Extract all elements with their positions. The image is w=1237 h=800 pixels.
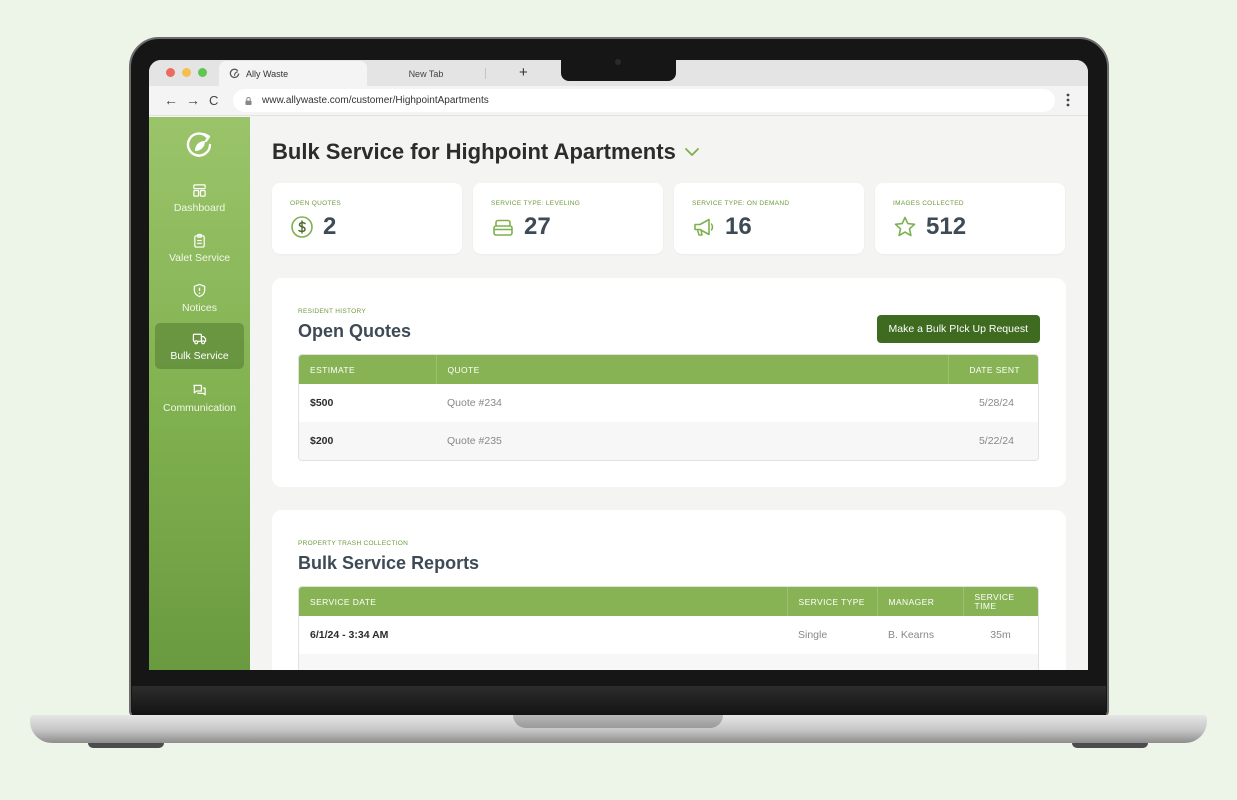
sidebar-item-notices[interactable]: Notices <box>155 275 244 321</box>
quote-cell: Quote #235 <box>436 422 948 460</box>
table-row[interactable]: 6/1/24 - 3:34 AM Single B. Kearns 35m <box>299 616 1038 654</box>
bulk-pickup-request-button[interactable]: Make a Bulk PIck Up Request <box>876 315 1040 343</box>
tab-title: Ally Waste <box>246 68 289 79</box>
sidebar-item-label: Bulk Service <box>170 349 229 362</box>
sidebar-item-bulk-service[interactable]: Bulk Service <box>155 323 244 369</box>
date-sent-cell: 5/28/24 <box>978 397 1014 409</box>
stat-label: IMAGES COLLECTED <box>893 200 964 207</box>
reload-button[interactable]: C <box>209 93 218 108</box>
window-maximize-button[interactable] <box>198 68 207 77</box>
star-icon <box>894 216 916 237</box>
sidebar-item-dashboard[interactable]: Dashboard <box>155 175 244 221</box>
panel-title: Open Quotes <box>298 321 412 341</box>
service-type-cell: Single <box>798 629 828 641</box>
forward-button[interactable]: → <box>186 92 200 108</box>
stat-card-leveling: SERVICE TYPE: LEVELING 27 <box>473 183 663 254</box>
url-text: www.allywaste.com/customer/HighpointApar… <box>262 95 489 106</box>
column-header-service-type[interactable]: SERVICE TYPE <box>786 587 877 616</box>
chevron-down-icon[interactable] <box>684 147 700 157</box>
stack-icon <box>493 219 513 236</box>
service-date-cell: 6/1/24 - 3:34 AM <box>310 629 389 641</box>
stat-label: SERVICE TYPE: ON DEMAND <box>692 200 790 207</box>
tab-title: New Tab <box>408 68 444 79</box>
column-header-service-date[interactable]: SERVICE DATE <box>299 587 787 616</box>
sidebar-item-label: Notices <box>181 301 217 314</box>
estimate-cell: $200 <box>299 422 436 460</box>
stat-card-open-quotes: OPEN QUOTES 2 <box>272 183 462 254</box>
shield-alert-icon <box>193 283 206 297</box>
panel-eyebrow: PROPERTY TRASH COLLECTION <box>298 540 409 547</box>
window-minimize-button[interactable] <box>182 68 191 77</box>
tab-ally-waste[interactable]: Ally Waste <box>219 61 367 86</box>
sidebar-item-label: Communication <box>163 401 236 414</box>
sidebar-item-communication[interactable]: Communication <box>155 375 244 421</box>
date-sent-cell: 5/22/24 <box>948 422 1038 460</box>
chat-bubbles-icon <box>193 384 206 395</box>
table-header-row: ESTIMATE QUOTE DATE SENT <box>299 355 1038 384</box>
panel-title: Bulk Service Reports <box>298 553 480 573</box>
app-sidebar: Dashboard Valet Service Notices Bulk Ser… <box>149 117 250 670</box>
tab-new-tab[interactable]: New Tab <box>367 61 485 86</box>
quote-cell: Quote #234 <box>447 397 502 409</box>
browser-toolbar: ← → C www.allywaste.com/customer/Highpoi… <box>149 86 1088 116</box>
panel-eyebrow: RESIDENT HISTORY <box>298 308 367 315</box>
stat-value: 16 <box>725 213 752 240</box>
table-row <box>299 654 1038 670</box>
stat-label: SERVICE TYPE: LEVELING <box>491 200 581 207</box>
page-title-text: Bulk Service for Highpoint Apartments <box>272 139 676 164</box>
lock-icon <box>245 96 252 105</box>
browser-menu-icon[interactable] <box>1065 92 1071 108</box>
sidebar-item-label: Valet Service <box>168 251 231 264</box>
laptop-hinge <box>132 686 1106 716</box>
manager-cell: B. Kearns <box>888 629 935 641</box>
sidebar-item-label: Dashboard <box>173 201 226 214</box>
column-header-date-sent[interactable]: DATE SENT <box>947 355 1038 384</box>
stat-card-on-demand: SERVICE TYPE: ON DEMAND 16 <box>674 183 864 254</box>
table-row[interactable]: $500 Quote #234 5/28/24 <box>299 384 1038 422</box>
table-header-row: SERVICE DATE SERVICE TYPE MANAGER SERVIC… <box>299 587 1038 616</box>
page-title[interactable]: Bulk Service for Highpoint Apartments <box>272 139 700 165</box>
clipboard-icon <box>194 233 205 248</box>
megaphone-icon <box>694 218 714 236</box>
stat-card-images-collected: IMAGES COLLECTED 512 <box>875 183 1065 254</box>
stat-value: 2 <box>323 213 337 240</box>
dollar-circle-icon <box>291 216 313 238</box>
laptop-opening-notch <box>513 715 723 728</box>
table-row[interactable]: $200 Quote #235 5/22/24 <box>299 422 1038 460</box>
sidebar-item-valet-service[interactable]: Valet Service <box>155 225 244 271</box>
truck-icon <box>192 333 207 344</box>
bulk-service-reports-table: SERVICE DATE SERVICE TYPE MANAGER SERVIC… <box>298 586 1039 670</box>
column-header-service-time[interactable]: SERVICE TIME <box>962 587 1038 616</box>
open-quotes-panel: RESIDENT HISTORY Open Quotes Make a Bulk… <box>272 278 1066 487</box>
open-quotes-table: ESTIMATE QUOTE DATE SENT $500 Quote #234… <box>298 354 1039 461</box>
column-header-estimate[interactable]: ESTIMATE <box>299 355 436 384</box>
column-header-quote[interactable]: QUOTE <box>435 355 948 384</box>
bulk-service-reports-panel: PROPERTY TRASH COLLECTION Bulk Service R… <box>272 510 1066 670</box>
ally-waste-logo-icon[interactable] <box>184 130 214 160</box>
ally-waste-favicon-icon <box>229 68 240 79</box>
back-button[interactable]: ← <box>164 92 178 108</box>
laptop-screen: Ally Waste New Tab + ← → C www.allywaste… <box>149 60 1088 670</box>
window-close-button[interactable] <box>166 68 175 77</box>
address-bar[interactable]: www.allywaste.com/customer/HighpointApar… <box>233 89 1055 112</box>
stat-label: OPEN QUOTES <box>290 200 341 207</box>
dashboard-icon <box>193 183 206 197</box>
laptop-foot-right <box>1072 743 1148 748</box>
service-time-cell: 35m <box>990 629 1011 641</box>
laptop-foot-left <box>88 743 164 748</box>
column-header-manager[interactable]: MANAGER <box>876 587 963 616</box>
stat-value: 27 <box>524 213 551 240</box>
estimate-cell: $500 <box>310 397 334 409</box>
stat-value: 512 <box>926 213 967 240</box>
tab-divider <box>485 68 486 79</box>
main-content: Bulk Service for Highpoint Apartments OP… <box>250 117 1088 670</box>
camera-lens <box>615 59 621 65</box>
new-tab-button[interactable]: + <box>519 64 528 81</box>
